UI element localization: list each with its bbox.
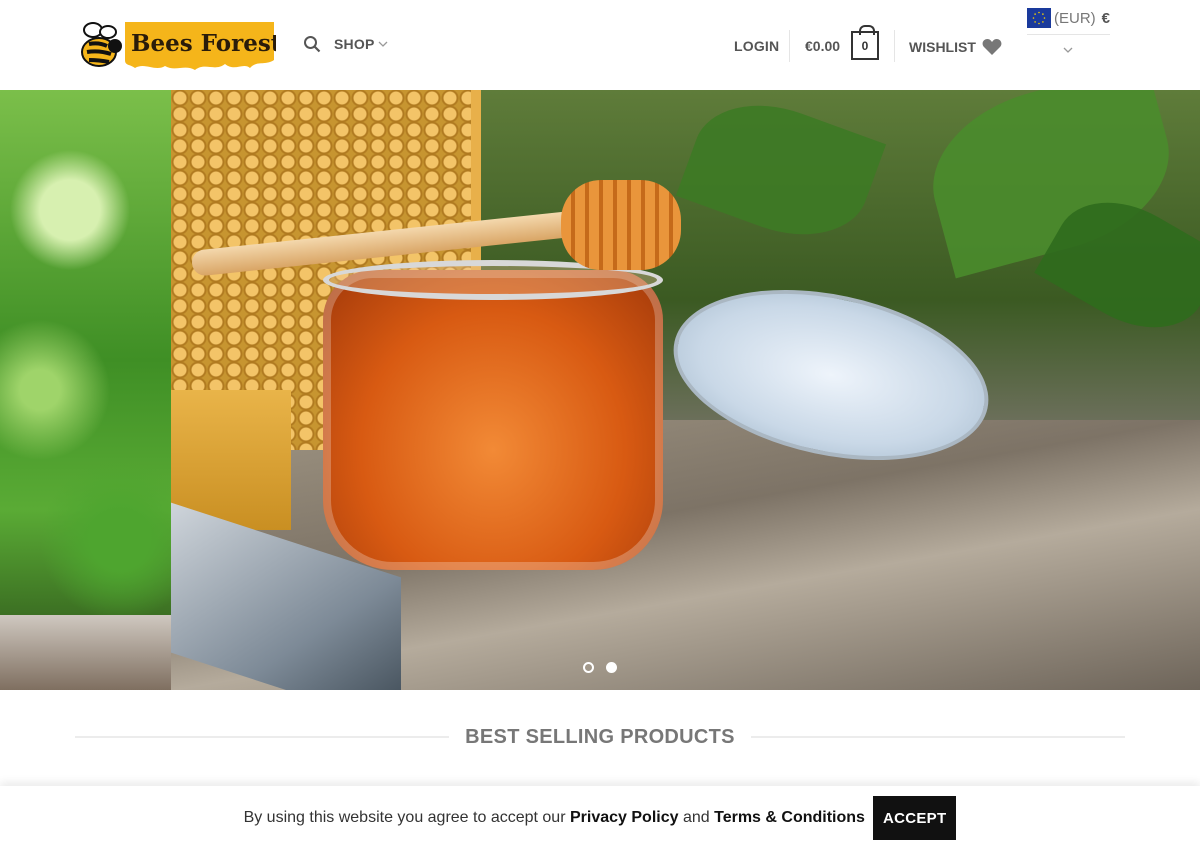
cart-count-badge[interactable]: 0 [851,25,879,60]
search-icon[interactable] [303,35,321,53]
hero-honey-image [171,90,1200,690]
section-header: BEST SELLING PRODUCTS [75,722,1125,752]
shop-label: SHOP [334,36,375,52]
site-header: Bees Forest SHOP LOGIN €0.00 0 WISHLIST … [0,0,1200,90]
logo-text: Bees Forest [131,30,276,57]
cart-count: 0 [861,38,869,53]
cookie-prefix: By using this website you agree to accep… [243,809,566,826]
cookie-and: and [682,809,710,826]
slide-dot-2[interactable] [606,662,617,673]
previous-slide-peek [0,90,172,690]
currency-switcher[interactable]: (EUR) € [1027,8,1110,55]
eu-flag-icon [1027,8,1051,28]
privacy-policy-link[interactable]: Privacy Policy [570,809,679,826]
currency-symbol: € [1101,9,1110,27]
terms-conditions-link[interactable]: Terms & Conditions [714,809,865,826]
section-title: BEST SELLING PRODUCTS [465,725,735,748]
accept-cookies-button[interactable]: ACCEPT [872,796,957,840]
title-line-left [75,736,450,738]
header-divider [894,30,895,62]
title-line-right [750,736,1125,738]
wishlist-label: WISHLIST [909,39,976,55]
chevron-down-icon [379,41,388,47]
cookie-message: By using this website you agree to accep… [244,809,865,827]
header-divider [789,30,790,62]
cart-total[interactable]: €0.00 [805,38,840,54]
slider-dots [583,662,617,673]
wishlist-link[interactable]: WISHLIST [909,38,1002,56]
heart-icon [982,39,1002,55]
currency-divider [1027,34,1110,35]
bees-forest-logo[interactable]: Bees Forest [75,16,276,74]
currency-code: (EUR) [1053,9,1096,27]
cookie-bar: By using this website you agree to accep… [0,786,1200,850]
shop-menu[interactable]: SHOP [334,36,388,52]
chevron-down-icon[interactable] [1063,45,1073,55]
hero-slider[interactable] [0,90,1200,690]
slide-dot-1[interactable] [583,662,594,673]
login-link[interactable]: LOGIN [734,38,779,54]
